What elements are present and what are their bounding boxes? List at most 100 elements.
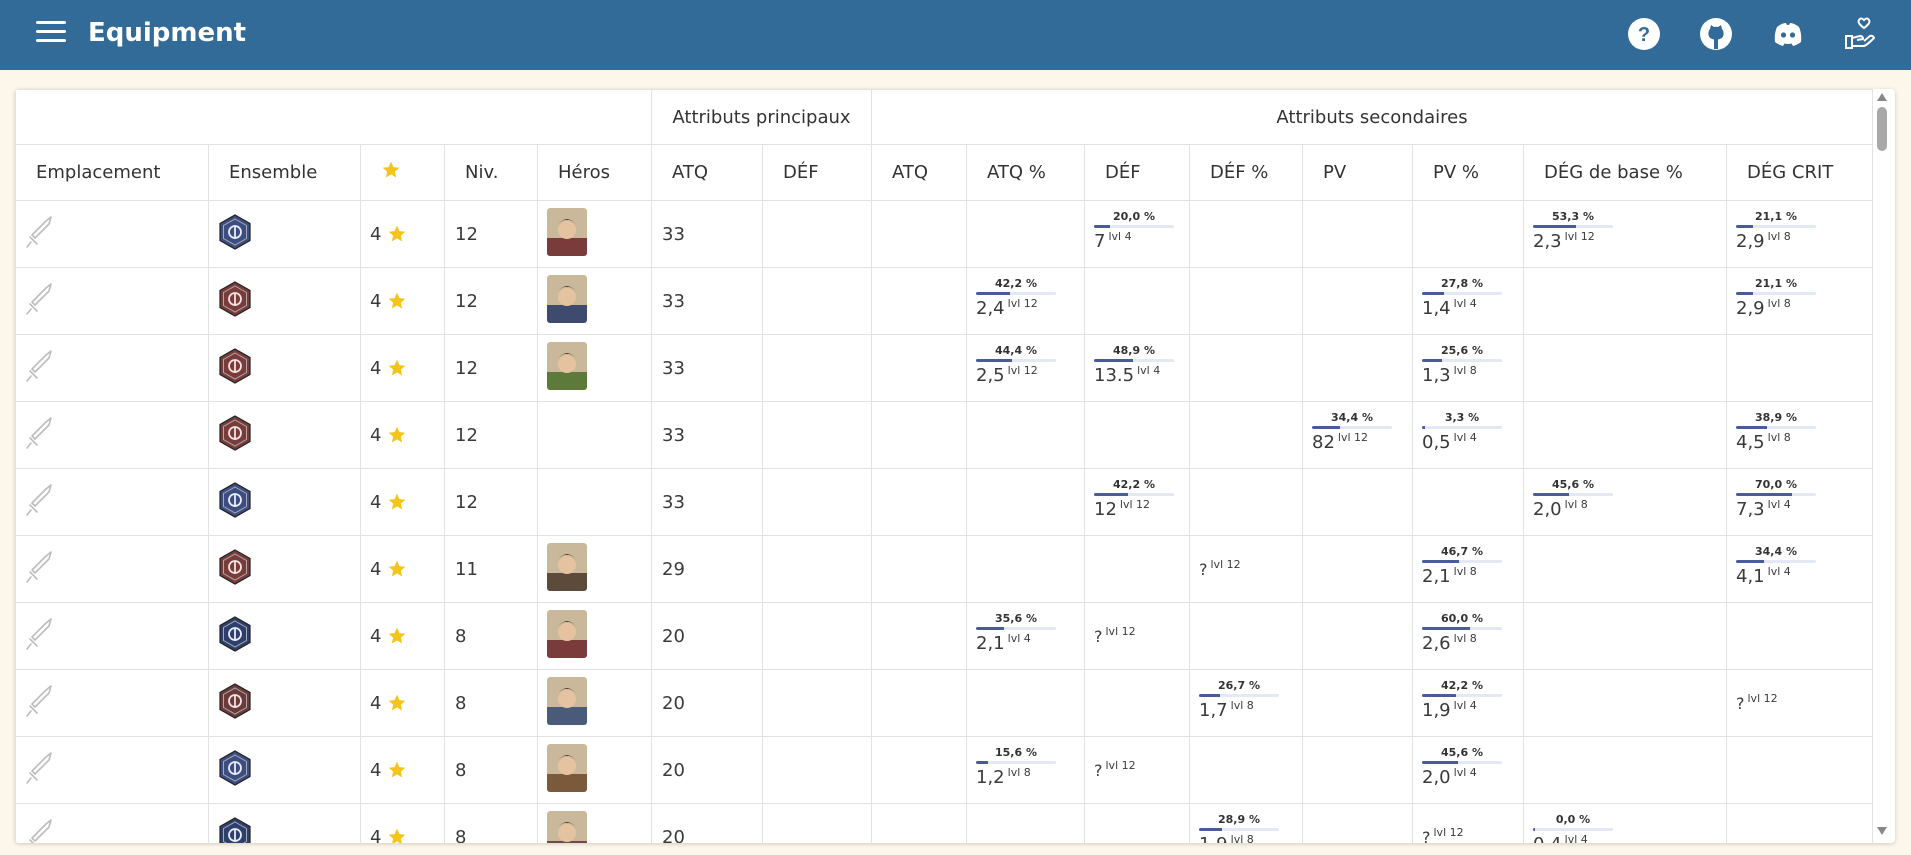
table-row[interactable]: 4 12 33 42,2 % 2,4 lvl 12 27,8 % 1,4 lvl 4 21,1 %… [15, 267, 1873, 335]
sword-icon [26, 684, 52, 717]
cell-hero [537, 468, 652, 536]
substat-roll: 34,4 % [1312, 411, 1392, 429]
substat-value-line: 2,3 lvl 12 [1533, 230, 1726, 252]
roll-percent: 38,9 % [1755, 411, 1797, 424]
cell-sec-def [1084, 803, 1190, 843]
cell-level: 8 [444, 669, 538, 737]
help-icon[interactable]: ? [1626, 16, 1662, 52]
cell-sec-hp-pct: 60,0 % 2,6 lvl 8 [1412, 602, 1524, 670]
hero-portrait[interactable] [547, 341, 587, 390]
col-header-sec-crit-dmg[interactable]: DÉG CRIT [1726, 144, 1873, 201]
hero-portrait[interactable] [547, 207, 587, 256]
cell-hero [537, 803, 652, 844]
hero-portrait[interactable] [547, 676, 587, 725]
rarity: 4 [370, 827, 407, 843]
discord-icon[interactable] [1770, 16, 1806, 52]
col-header-sec-def[interactable]: DÉF [1084, 144, 1190, 201]
roll-bar [976, 359, 1056, 362]
substat-value-line: 2,6 lvl 8 [1422, 632, 1523, 654]
hero-portrait[interactable] [547, 743, 587, 792]
hero-portrait[interactable] [547, 609, 587, 658]
col-header-sec-def-pct[interactable]: DÉF % [1189, 144, 1303, 201]
substat-value: 2,3 [1533, 231, 1562, 252]
table-row[interactable]: 4 12 33 44,4 % 2,5 lvl 12 48,9 % 13.5 lvl 4 25,6 … [15, 334, 1873, 402]
table-row[interactable]: 4 8 20 35,6 % 2,1 lvl 4? lvl 12 60,0 % 2,6 lvl 8 [15, 602, 1873, 670]
col-header-sec-hp-pct[interactable]: PV % [1412, 144, 1524, 201]
table-row[interactable]: 4 8 20 15,6 % 1,2 lvl 8? lvl 12 45,6 % 2,0 lvl 4 [15, 736, 1873, 804]
donate-icon[interactable] [1842, 16, 1878, 52]
roll-bar [1422, 694, 1502, 697]
roll-bar-fill [1422, 359, 1443, 362]
roll-bar-fill [1422, 292, 1445, 295]
cell-sec-atq-pct: 44,4 % 2,5 lvl 12 [966, 334, 1085, 402]
table-row[interactable]: 4 12 33 20,0 % 7 lvl 4 53,3 % 2,3 lvl 12 21,1 % 2,… [15, 200, 1873, 268]
col-header-hero[interactable]: Héros [537, 144, 652, 201]
substat-level: lvl 12 [1210, 558, 1241, 572]
table-row[interactable]: 4 11 29? lvl 12 46,7 % 2,1 lvl 8 34,4 % 4,1 lvl 4 [15, 535, 1873, 603]
roll-bar [1736, 225, 1816, 228]
substat-level: lvl 8 [1767, 297, 1791, 310]
col-header-sec-atq-pct[interactable]: ATQ % [966, 144, 1085, 201]
cell-sec-crit-dmg [1726, 334, 1873, 402]
scroll-down-arrow[interactable] [1877, 827, 1887, 835]
table-row[interactable]: 4 12 33 34,4 % 82 lvl 12 3,3 % 0,5 lvl 4 38,9 % 4,… [15, 401, 1873, 469]
roll-bar [1422, 292, 1502, 295]
roll-bar [1533, 493, 1613, 496]
table-row[interactable]: 4 8 20 26,7 % 1,7 lvl 8 42,2 % 1,9 lvl 4? lvl 12 [15, 669, 1873, 737]
scroll-thumb[interactable] [1877, 107, 1887, 151]
rarity: 4 [370, 291, 407, 312]
cell-sec-atq [871, 468, 967, 536]
header-column-row: Emplacement Ensemble Niv. Héros ATQ DÉF … [15, 144, 1873, 201]
cell-sec-base-dmg-pct [1523, 267, 1727, 335]
rarity: 4 [370, 760, 407, 781]
sword-icon [29, 818, 52, 843]
substat-value-line: 0,5 lvl 4 [1422, 431, 1523, 453]
substat-level: lvl 4 [1453, 766, 1477, 779]
col-header-main-atq[interactable]: ATQ [651, 144, 763, 201]
substat-value: 0,5 [1422, 432, 1451, 453]
col-header-sec-atq[interactable]: ATQ [871, 144, 967, 201]
cell-sec-atq-pct: 35,6 % 2,1 lvl 4 [966, 602, 1085, 670]
scrollbar[interactable] [1875, 89, 1889, 843]
col-header-sec-hp[interactable]: PV [1302, 144, 1413, 201]
roll-bar-fill [1736, 292, 1753, 295]
github-icon[interactable] [1698, 16, 1734, 52]
cell-sec-base-dmg-pct [1523, 401, 1727, 469]
hero-portrait[interactable] [547, 274, 587, 323]
substat-value-line: 1,9lvl 8 [1199, 833, 1302, 843]
cell-sec-def-pct [1189, 334, 1303, 402]
table-row[interactable]: 4 12 33 42,2 % 12 lvl 12 45,6 % 2,0 lvl 8 70,0 % 7… [15, 468, 1873, 536]
table-row[interactable]: 482028,9 %1,9lvl 8?lvl 120,0 %0,4lvl 4 [15, 803, 1873, 844]
col-header-slot[interactable]: Emplacement [15, 144, 209, 201]
cell-slot [15, 401, 209, 469]
star-icon [389, 761, 406, 778]
col-header-level[interactable]: Niv. [444, 144, 538, 201]
hero-portrait[interactable] [547, 542, 587, 591]
cell-rarity: 4 [360, 267, 445, 335]
hero-portrait[interactable] [547, 810, 587, 844]
substat-roll: 15,6 % [976, 746, 1056, 764]
col-header-main-def[interactable]: DÉF [762, 144, 872, 201]
cell-sec-atq-pct [966, 669, 1085, 737]
substat-level: lvl 12 [1007, 297, 1038, 310]
roll-bar-fill [1199, 828, 1223, 831]
roll-percent: 42,2 % [1113, 478, 1155, 491]
substat-level: lvl 12 [1433, 826, 1464, 840]
col-header-set[interactable]: Ensemble [208, 144, 361, 201]
star-icon [389, 828, 406, 843]
menu-icon[interactable] [36, 21, 66, 49]
cell-sec-hp [1302, 736, 1413, 804]
roll-percent: 28,9 % [1218, 813, 1260, 826]
star-icon [389, 560, 406, 577]
scroll-up-arrow[interactable] [1877, 93, 1887, 101]
roll-percent: 60,0 % [1441, 612, 1483, 625]
cell-rarity: 4 [360, 334, 445, 402]
page-title: Equipment [88, 18, 247, 48]
cell-sec-hp-pct [1412, 468, 1524, 536]
rarity-value: 4 [370, 290, 382, 312]
cell-sec-atq [871, 401, 967, 469]
roll-bar-fill [1094, 359, 1134, 362]
col-header-stars[interactable] [360, 144, 445, 201]
substat-value: 1,9 [1199, 834, 1228, 843]
col-header-sec-base-dmg-pct[interactable]: DÉG de base % [1523, 144, 1727, 201]
